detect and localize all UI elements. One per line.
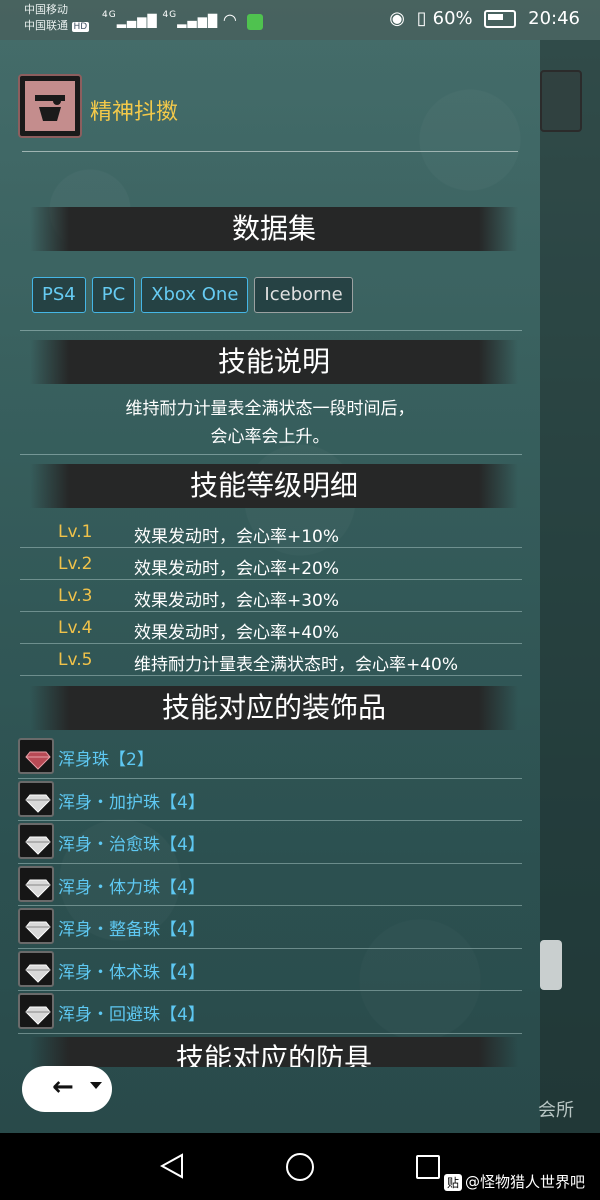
level-row: Lv.1 效果发动时，会心率+10%	[20, 516, 522, 548]
watermark: 贴 @怪物猎人世界吧	[444, 1171, 585, 1192]
red-gem-icon	[18, 738, 54, 774]
watermark-text: @怪物猎人世界吧	[465, 1173, 586, 1191]
white-gem-icon	[18, 865, 54, 902]
battery-icon	[484, 10, 517, 28]
wechat-icon	[246, 13, 263, 30]
platform-tag-ps4[interactable]: PS4	[32, 277, 86, 313]
platform-tag-iceborne[interactable]: Iceborne	[254, 277, 353, 313]
chevron-down-icon	[90, 1082, 102, 1089]
vibrate-icon: ▯	[416, 8, 427, 29]
decoration-name[interactable]: 浑身・回避珠【4】	[58, 1000, 205, 1025]
decoration-name[interactable]: 浑身・体术珠【4】	[58, 958, 205, 983]
signal-bars-icon: ▂▄▆█	[177, 14, 219, 28]
section-title-levels: 技能等级明细	[30, 464, 518, 508]
platform-tag-xbox[interactable]: Xbox One	[141, 277, 249, 313]
level-list: Lv.1 效果发动时，会心率+10% Lv.2 效果发动时，会心率+20% Lv…	[20, 516, 522, 676]
background-tab-label: 会所	[538, 1100, 574, 1121]
eye-icon: ◉	[389, 8, 405, 29]
skill-name: 精神抖擞	[90, 100, 179, 125]
level-label: Lv.2	[58, 554, 93, 574]
skill-header: 精神抖擞	[18, 74, 518, 144]
carrier-info: 中国移动 中国联通 HD	[24, 2, 90, 35]
level-row: Lv.3 效果发动时，会心率+30%	[20, 580, 522, 612]
description-line-2: 会心率会上升。	[210, 427, 330, 447]
decoration-list: 浑身珠【2】 浑身・加护珠【4】 浑身・治愈珠【4】 浑身・体力珠【4】 浑身・…	[18, 736, 522, 1034]
skill-icon	[18, 74, 82, 138]
status-bar: 中国移动 中国联通 HD 4G▂▄▆█ 4G▂▄▆█ ◠ ◉ ▯ 60% 20:4…	[0, 0, 600, 40]
level-row: Lv.4 效果发动时，会心率+40%	[20, 612, 522, 644]
hd-badge: HD	[71, 22, 90, 32]
platform-tag-pc[interactable]: PC	[91, 277, 136, 313]
system-nav-bar: 贴 @怪物猎人世界吧	[0, 1133, 600, 1200]
decoration-name[interactable]: 浑身・整备珠【4】	[58, 915, 205, 940]
header-divider	[22, 151, 518, 152]
decoration-row[interactable]: 浑身・体力珠【4】	[18, 864, 522, 906]
decoration-name[interactable]: 浑身珠【2】	[58, 745, 154, 770]
level-row: Lv.2 效果发动时，会心率+20%	[20, 548, 522, 580]
signal-bars-icon: ▂▄▆█	[116, 14, 158, 28]
background-button	[540, 940, 562, 990]
section-title-dataset: 数据集	[30, 207, 518, 251]
level-effect: 效果发动时，会心率+40%	[134, 623, 340, 643]
decoration-row[interactable]: 浑身・回避珠【4】	[18, 991, 522, 1034]
white-gem-icon	[18, 823, 54, 859]
back-button[interactable]: ←	[22, 1066, 112, 1112]
divider	[20, 454, 522, 455]
decoration-name[interactable]: 浑身・治愈珠【4】	[58, 830, 205, 855]
level-label: Lv.3	[58, 586, 93, 606]
back-arrow-icon: ←	[52, 1072, 74, 1102]
level-effect: 效果发动时，会心率+20%	[134, 559, 340, 579]
white-gem-icon	[18, 780, 54, 817]
decoration-row[interactable]: 浑身・整备珠【4】	[18, 906, 522, 949]
qr-scan-icon	[540, 70, 582, 132]
white-gem-icon	[18, 950, 54, 987]
tieba-logo: 贴	[444, 1174, 463, 1191]
skill-detail-drawer: 精神抖擞 数据集 PS4 PC Xbox One Iceborne 技能说明 维持耐力…	[0, 40, 540, 1133]
level-label: Lv.1	[58, 522, 93, 542]
battery-percent: 60%	[432, 8, 473, 29]
decoration-name[interactable]: 浑身・加护珠【4】	[58, 788, 205, 813]
level-label: Lv.4	[58, 618, 93, 638]
decoration-row[interactable]: 浑身・体术珠【4】	[18, 949, 522, 991]
divider	[20, 330, 522, 331]
level-effect: 维持耐力计量表全满状态时，会心率+40%	[134, 655, 459, 675]
signal-2-label: 4G	[162, 10, 178, 20]
platform-tags: PS4 PC Xbox One Iceborne	[32, 277, 359, 313]
white-gem-icon	[18, 908, 54, 944]
white-gem-icon	[18, 993, 54, 1029]
level-effect: 效果发动时，会心率+30%	[134, 591, 340, 611]
decoration-row[interactable]: 浑身珠【2】	[18, 736, 522, 779]
status-time: 20:46	[528, 8, 580, 29]
status-right: ◉ ▯ 60% 20:46	[383, 8, 580, 29]
level-row: Lv.5 维持耐力计量表全满状态时，会心率+40%	[20, 644, 522, 676]
section-title-armor: 技能对应的防具	[30, 1037, 518, 1067]
signal-1-label: 4G	[102, 10, 117, 20]
skill-description: 维持耐力计量表全满状态一段时间后， 会心率会上升。	[40, 395, 500, 451]
carrier-1: 中国移动	[24, 3, 68, 16]
decoration-name[interactable]: 浑身・体力珠【4】	[58, 873, 205, 898]
section-title-decorations: 技能对应的装饰品	[30, 686, 518, 730]
decoration-row[interactable]: 浑身・加护珠【4】	[18, 779, 522, 821]
carrier-2: 中国联通	[24, 19, 68, 32]
level-label: Lv.5	[58, 650, 93, 670]
wifi-icon: ◠	[222, 10, 238, 29]
level-effect: 效果发动时，会心率+10%	[134, 527, 340, 547]
nav-back-icon[interactable]	[160, 1153, 184, 1179]
nav-recent-icon[interactable]	[416, 1155, 440, 1179]
nav-home-icon[interactable]	[286, 1153, 314, 1181]
signal-indicators: 4G▂▄▆█ 4G▂▄▆█ ◠	[102, 10, 263, 30]
section-title-description: 技能说明	[30, 340, 518, 384]
decoration-row[interactable]: 浑身・治愈珠【4】	[18, 821, 522, 864]
description-line-1: 维持耐力计量表全满状态一段时间后，	[125, 399, 415, 419]
